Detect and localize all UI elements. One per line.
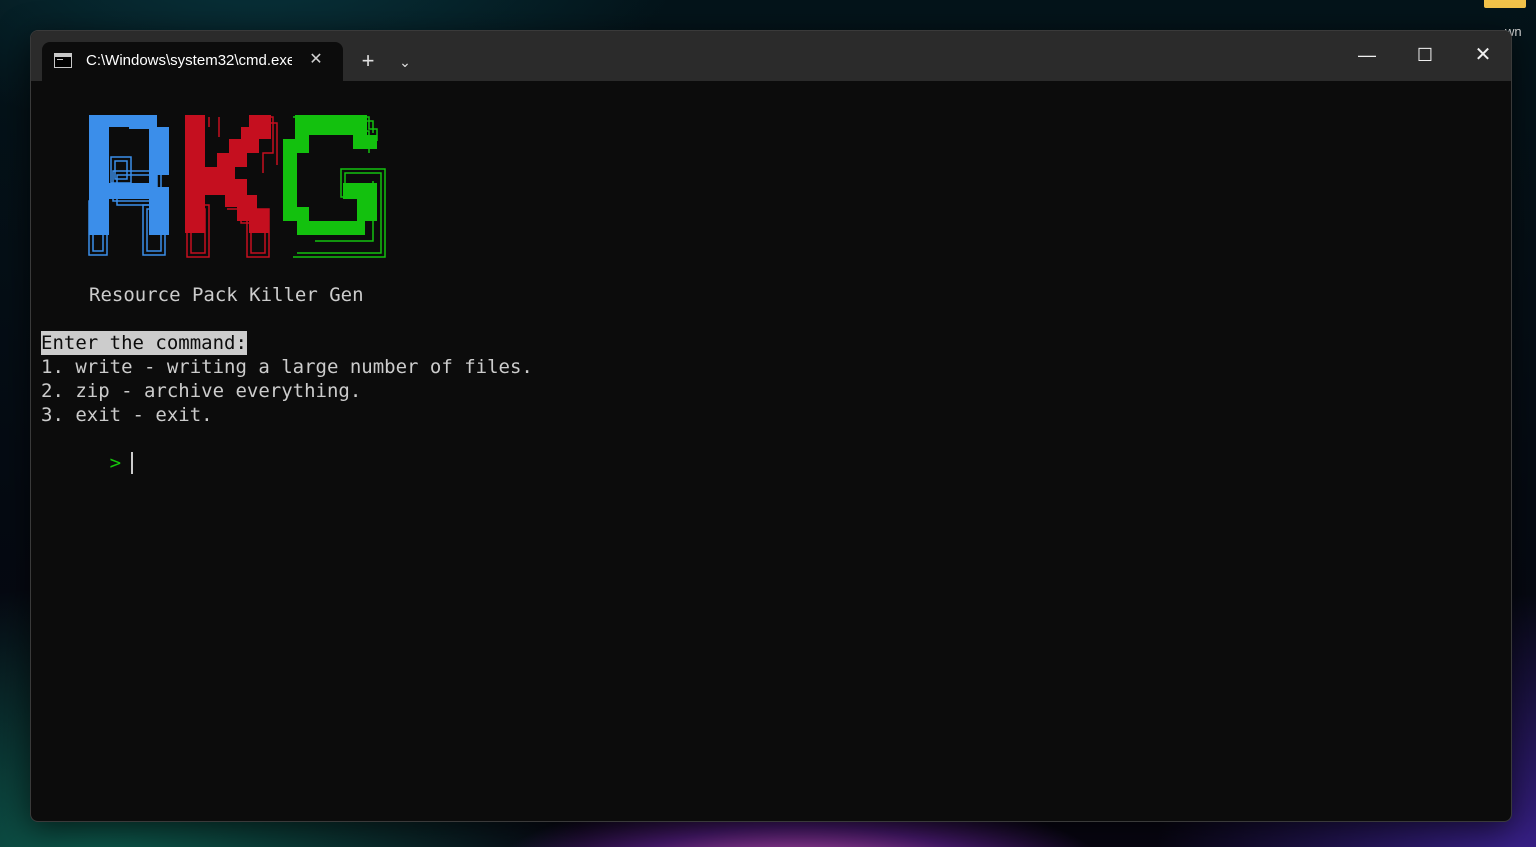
logo-letter-g: [283, 115, 386, 258]
app-subtitle: Resource Pack Killer Gen: [89, 284, 364, 306]
tab-close-icon[interactable]: ✕: [306, 50, 326, 70]
close-window-button[interactable]: ✕: [1460, 39, 1506, 71]
option-zip: 2. zip - archive everything.: [41, 380, 362, 402]
option-write: 1. write - writing a large number of fil…: [41, 356, 533, 378]
logo-letter-k: [185, 115, 278, 258]
prompt-symbol: >: [109, 452, 122, 474]
console-output[interactable]: Resource Pack Killer Gen Enter the comma…: [31, 81, 1511, 821]
minimize-button[interactable]: —: [1344, 39, 1390, 71]
terminal-window: C:\Windows\system32\cmd.exe ✕ + ⌄ — ☐ ✕: [30, 30, 1512, 822]
desktop-folder-icon[interactable]: [1484, 0, 1526, 8]
tab-title: C:\Windows\system32\cmd.exe: [86, 52, 292, 69]
command-input-line[interactable]: >: [41, 427, 134, 499]
text-cursor: [131, 452, 134, 474]
tab-cmd[interactable]: C:\Windows\system32\cmd.exe ✕: [42, 42, 343, 81]
chevron-down-icon[interactable]: ⌄: [393, 49, 417, 75]
option-exit: 3. exit - exit.: [41, 404, 213, 426]
terminal-icon: [54, 53, 72, 68]
logo-letter-r: [88, 115, 169, 256]
prompt-heading: Enter the command:: [41, 331, 247, 355]
new-tab-button[interactable]: +: [355, 49, 381, 75]
title-bar[interactable]: C:\Windows\system32\cmd.exe ✕ + ⌄ — ☐ ✕: [31, 31, 1511, 81]
rkg-ascii-logo: [88, 115, 386, 258]
maximize-button[interactable]: ☐: [1402, 39, 1448, 71]
command-options: 1. write - writing a large number of fil…: [41, 355, 533, 427]
